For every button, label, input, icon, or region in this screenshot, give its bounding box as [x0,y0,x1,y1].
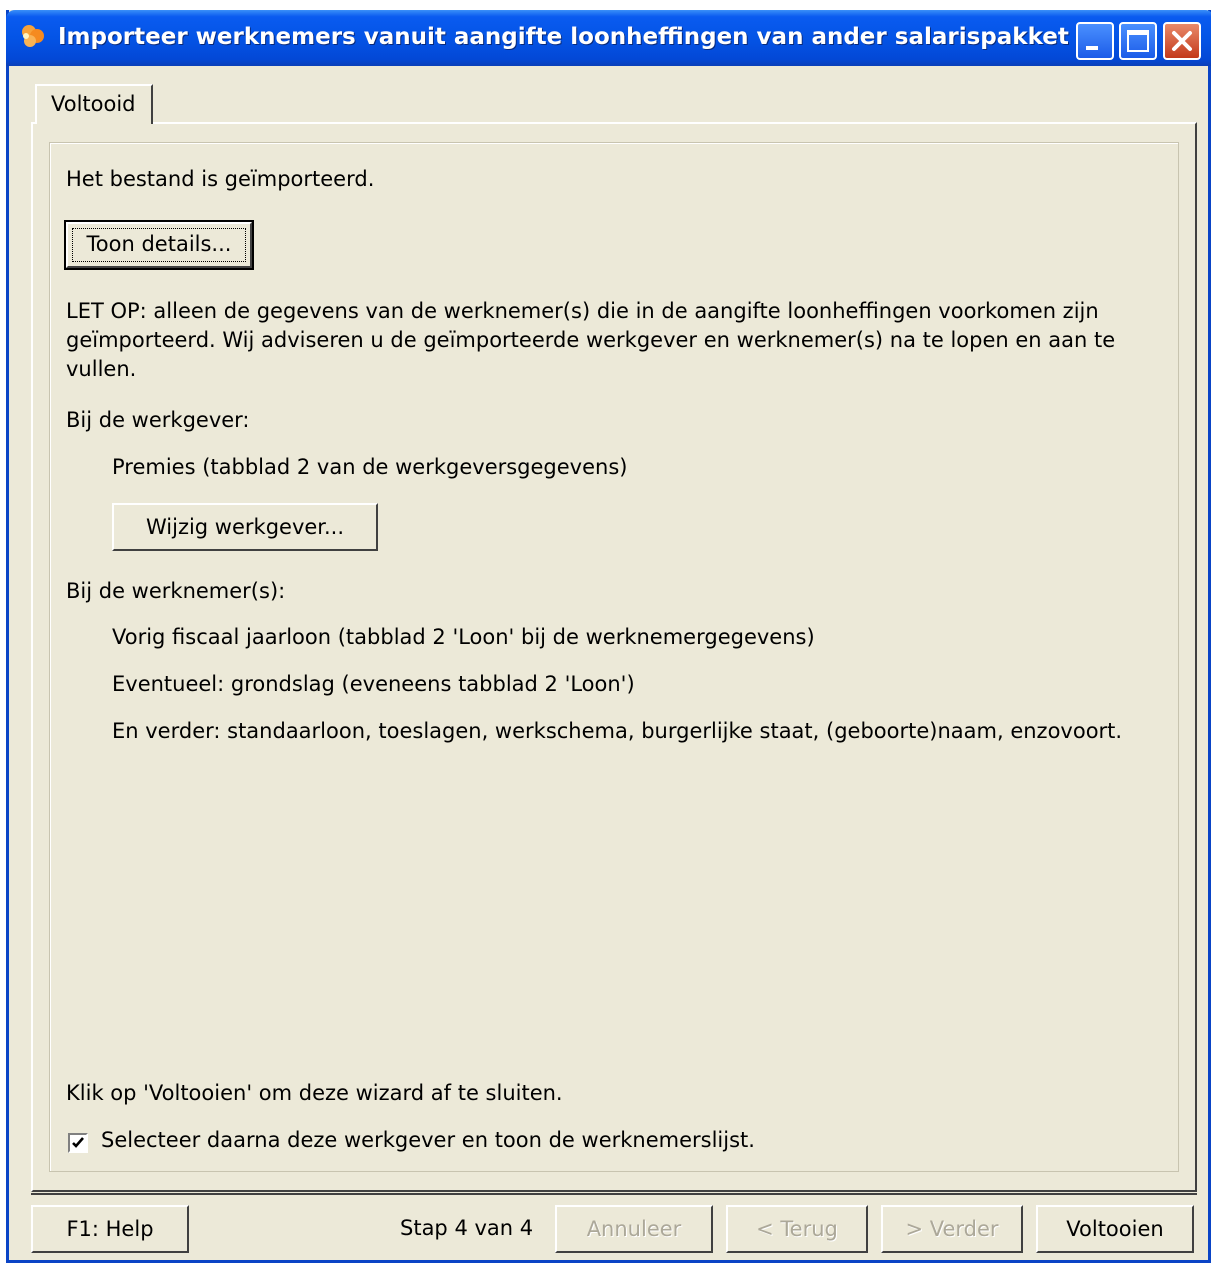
tab-panel: Het bestand is geïmporteerd. Toon detail… [31,122,1197,1192]
back-button[interactable]: < Terug [726,1205,868,1253]
window-title: Importeer werknemers vanuit aangifte loo… [58,24,1069,50]
checkbox-label[interactable]: Selecteer daarna deze werkgever en toon … [101,1126,755,1155]
select-employer-checkbox[interactable] [68,1133,88,1153]
checkmark-icon [72,1137,84,1148]
restore-icon [1127,30,1149,52]
minimize-icon [1086,46,1098,50]
employees-heading: Bij de werknemer(s): [66,579,286,603]
footer-separator [31,1193,1197,1195]
maximize-button[interactable] [1119,22,1157,60]
employee-item: En verder: standaarloon, toeslagen, werk… [112,719,1123,743]
warning-text: LET OP: alleen de gegevens van de werkne… [66,299,1116,381]
tab-label: Voltooid [51,92,136,116]
employer-heading: Bij de werkgever: [66,408,250,432]
wizard-window: Importeer werknemers vanuit aangifte loo… [6,10,1211,1263]
content-frame: Het bestand is geïmporteerd. Toon detail… [49,142,1179,1172]
employer-item: Premies (tabblad 2 van de werkgeversgege… [112,455,628,479]
minimize-button[interactable] [1076,22,1114,60]
change-employer-button[interactable]: Wijzig werkgever... [112,503,378,551]
tab-voltooid[interactable]: Voltooid [35,84,153,124]
title-bar[interactable]: Importeer werknemers vanuit aangifte loo… [6,10,1211,66]
next-button[interactable]: > Verder [881,1205,1023,1253]
close-icon [1172,31,1192,51]
step-indicator: Stap 4 van 4 [400,1216,534,1240]
employee-item: Vorig fiscaal jaarloon (tabblad 2 'Loon'… [112,625,815,649]
show-details-button[interactable]: Toon details... [64,220,254,270]
finish-button[interactable]: Voltooien [1036,1205,1194,1253]
close-button[interactable] [1163,22,1201,60]
app-icon [22,25,44,47]
cancel-button[interactable]: Annuleer [555,1205,713,1253]
finish-hint: Klik op 'Voltooien' om deze wizard af te… [66,1081,563,1105]
employee-item: Eventueel: grondslag (eveneens tabblad 2… [112,672,635,696]
help-button[interactable]: F1: Help [31,1205,189,1253]
imported-message: Het bestand is geïmporteerd. [66,167,375,191]
show-details-label: Toon details... [72,228,246,262]
